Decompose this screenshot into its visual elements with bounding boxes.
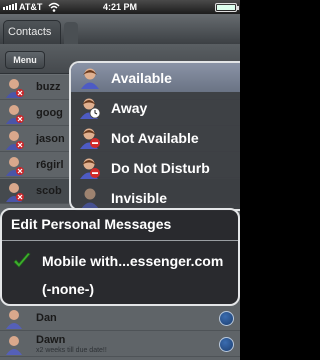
- status-item-label: Away: [111, 100, 148, 116]
- person-dnd-icon: [80, 158, 100, 179]
- screen: AT&T 4:21 PM Contacts Menu buzz goog jas…: [0, 0, 240, 360]
- list-item[interactable]: Dan: [0, 306, 240, 331]
- divider: [2, 240, 238, 241]
- disclosure-icon[interactable]: [219, 337, 234, 352]
- status-bar: AT&T 4:21 PM: [0, 0, 240, 14]
- person-blocked-icon: [6, 157, 24, 176]
- contact-name: Dawn: [36, 334, 66, 346]
- status-item-not-available[interactable]: Not Available: [71, 123, 240, 152]
- contact-status-message: x2 weeks till due date!!: [36, 347, 107, 354]
- status-menu: Available Away Not Available Do Not Dist…: [69, 61, 240, 211]
- person-not-available-icon: [80, 128, 100, 149]
- person-available-icon: [6, 310, 22, 329]
- tab-bar: Contacts: [0, 14, 240, 44]
- status-item-away[interactable]: Away: [71, 93, 240, 122]
- person-invisible-icon: [81, 188, 99, 209]
- status-item-available[interactable]: Available: [71, 63, 240, 92]
- contact-name: goog: [36, 107, 63, 119]
- contact-name: Dan: [36, 312, 57, 324]
- menu-button[interactable]: Menu: [5, 51, 45, 69]
- tab-next[interactable]: [64, 22, 78, 44]
- contact-list-bottom: Dan Dawn x2 weeks till due date!!: [0, 306, 240, 360]
- person-blocked-icon: [6, 183, 24, 202]
- person-blocked-icon: [6, 131, 24, 150]
- personal-message-item[interactable]: Mobile with...essenger.com: [2, 248, 238, 274]
- person-away-icon: [80, 98, 101, 119]
- status-item-label: Available: [111, 70, 172, 86]
- contact-name: scob: [36, 185, 62, 197]
- clock: 4:21 PM: [102, 2, 137, 12]
- person-blocked-icon: [6, 79, 24, 98]
- personal-message-label: Mobile with...essenger.com: [42, 253, 224, 269]
- personal-message-item[interactable]: (-none-): [2, 276, 238, 302]
- panel-title: Edit Personal Messages: [11, 216, 172, 232]
- status-item-do-not-disturb[interactable]: Do Not Disturb: [71, 153, 240, 182]
- checkmark-icon: [13, 252, 31, 268]
- contact-name: r6girl: [36, 159, 64, 171]
- person-available-icon: [6, 336, 22, 355]
- contact-name: buzz: [36, 81, 61, 93]
- status-item-label: Do Not Disturb: [111, 160, 210, 176]
- person-available-icon: [81, 68, 99, 89]
- list-item[interactable]: Dawn x2 weeks till due date!!: [0, 332, 240, 357]
- person-blocked-icon: [6, 105, 24, 124]
- status-item-label: Not Available: [111, 130, 199, 146]
- tab-contacts[interactable]: Contacts: [3, 20, 61, 44]
- contact-name: jason: [36, 133, 65, 145]
- battery-level: [217, 5, 235, 10]
- battery-icon: [215, 3, 239, 12]
- disclosure-icon[interactable]: [219, 311, 234, 326]
- personal-messages-panel: Edit Personal Messages Mobile with...ess…: [0, 208, 240, 306]
- status-item-label: Invisible: [111, 190, 168, 206]
- personal-message-label: (-none-): [42, 281, 95, 297]
